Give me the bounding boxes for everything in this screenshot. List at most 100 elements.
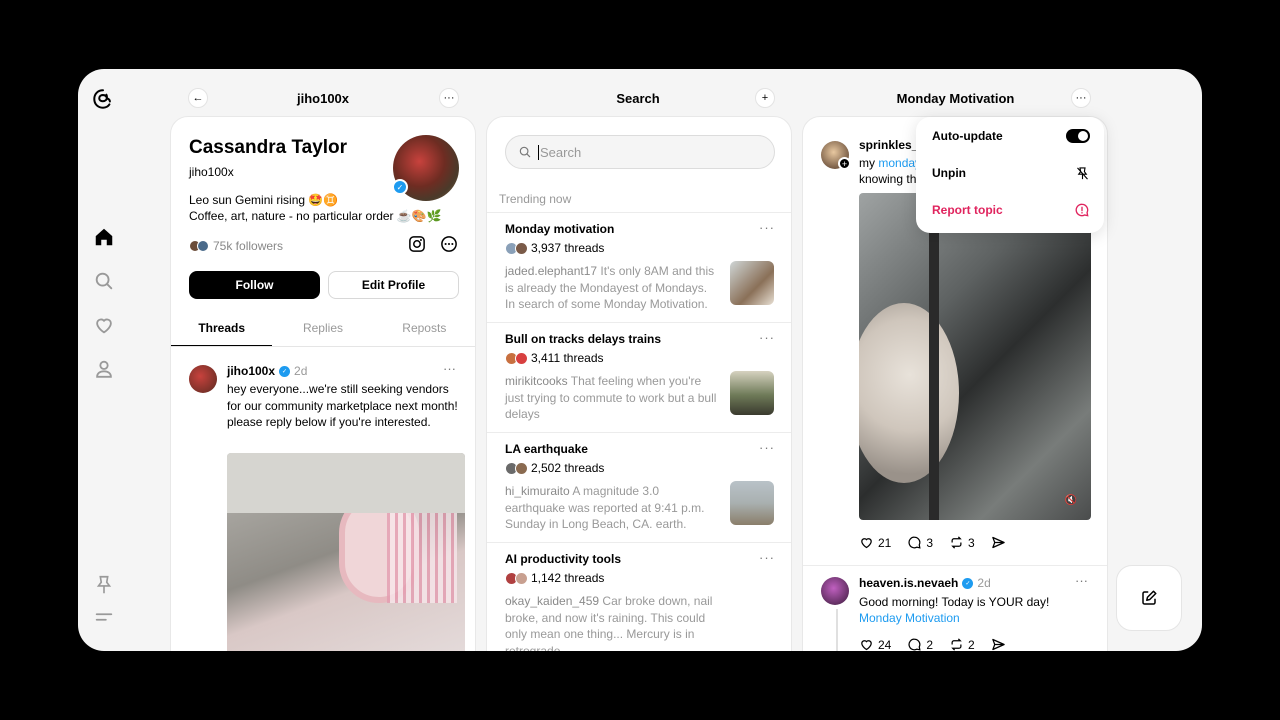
followers-count[interactable]: 75k followers — [189, 239, 283, 253]
bio-line-2: Coffee, art, nature - no particular orde… — [189, 209, 442, 223]
mute-icon[interactable]: 🔇 — [1065, 495, 1077, 506]
tab-replies[interactable]: Replies — [272, 313, 373, 346]
share-button[interactable] — [991, 637, 1006, 651]
verified-icon: ✓ — [279, 365, 291, 377]
threads-logo-icon[interactable] — [91, 87, 115, 111]
send-icon — [991, 638, 1005, 651]
post-avatar[interactable] — [821, 577, 849, 605]
tab-threads[interactable]: Threads — [171, 313, 273, 346]
unpin-icon — [1077, 166, 1088, 179]
comment-icon — [908, 536, 921, 549]
profile-bio: Leo sun Gemini rising 🤩♊ Coffee, art, na… — [189, 192, 442, 224]
trending-label: Trending now — [499, 192, 572, 206]
trend-item[interactable]: LA earthquake ··· 2,502 threads hi_kimur… — [487, 432, 791, 542]
heart-icon[interactable] — [92, 313, 116, 337]
auto-update-toggle[interactable] — [1066, 129, 1090, 143]
profile-handle: jiho100x — [189, 165, 234, 179]
threads-app-window: ← jiho100x ··· Search + Monday Motivatio… — [78, 69, 1202, 651]
follower-avatars — [189, 240, 209, 252]
menu-item-report[interactable]: Report topic — [932, 199, 1090, 221]
search-placeholder: Search — [538, 144, 582, 160]
trend-more-icon[interactable]: ··· — [759, 220, 775, 235]
trend-more-icon[interactable]: ··· — [759, 550, 775, 565]
post-more-icon[interactable]: ··· — [443, 361, 456, 376]
profile-name: Cassandra Taylor — [189, 137, 348, 158]
share-button[interactable] — [991, 535, 1006, 550]
topic-options-menu: Auto-update Unpin Report topic — [916, 117, 1104, 233]
send-icon — [991, 536, 1005, 549]
post-text: hey everyone...we're still seeking vendo… — [227, 382, 458, 429]
trend-count: 1,142 threads — [505, 571, 604, 585]
back-button[interactable]: ← — [188, 88, 208, 108]
profile-more-button[interactable]: ··· — [439, 88, 459, 108]
repost-icon — [951, 536, 962, 549]
post-stats: 21 3 3 — [859, 535, 1006, 550]
post-text-line2: knowing th — [859, 172, 917, 186]
feed-more-button[interactable]: ··· — [1071, 88, 1091, 108]
post-video[interactable]: 🔇 — [859, 193, 1091, 520]
trend-count: 3,411 threads — [505, 351, 604, 365]
trend-name: LA earthquake — [505, 442, 588, 456]
trend-item[interactable]: AI productivity tools ··· 1,142 threads … — [487, 542, 791, 651]
search-icon[interactable] — [92, 269, 116, 293]
home-icon[interactable] — [92, 225, 116, 249]
repost-button[interactable]: 3 — [949, 535, 975, 550]
report-icon — [1075, 203, 1089, 217]
more-options-icon[interactable] — [440, 235, 458, 253]
post-username[interactable]: jiho100x — [227, 364, 275, 378]
trend-snippet: okay_kaiden_459 Car broke down, nail bro… — [505, 594, 713, 651]
tab-reposts[interactable]: Reposts — [374, 313, 475, 346]
trend-more-icon[interactable]: ··· — [759, 440, 775, 455]
post-text: Good morning! Today is YOUR day! — [859, 595, 1050, 609]
followers-label: 75k followers — [213, 239, 284, 253]
pin-icon[interactable] — [92, 573, 116, 597]
post-link[interactable]: monday — [878, 156, 921, 170]
post-avatar[interactable] — [189, 365, 217, 393]
search-input[interactable]: Search — [505, 135, 775, 169]
feed-column-title: Monday Motivation — [896, 90, 1015, 106]
repost-button[interactable]: 2 — [949, 637, 975, 651]
reply-button[interactable]: 2 — [907, 637, 933, 651]
menu-item-auto-update[interactable]: Auto-update — [932, 125, 1090, 147]
heart-icon — [861, 640, 872, 651]
topic-tag[interactable]: Monday Motivation — [859, 610, 960, 627]
instagram-icon[interactable] — [408, 235, 426, 253]
menu-item-unpin[interactable]: Unpin — [932, 162, 1090, 184]
add-column-button[interactable]: + — [755, 88, 775, 108]
profile-column: Cassandra Taylor jiho100x ✓ Leo sun Gemi… — [170, 116, 476, 651]
compose-button[interactable] — [1116, 565, 1182, 631]
trend-item[interactable]: Bull on tracks delays trains ··· 3,411 t… — [487, 322, 791, 432]
repost-icon — [951, 638, 962, 651]
trend-name: Bull on tracks delays trains — [505, 332, 662, 346]
post-image[interactable] — [227, 453, 465, 651]
trend-count: 3,937 threads — [505, 241, 604, 255]
menu-icon[interactable] — [92, 605, 116, 629]
post-stats: 24 2 2 — [859, 637, 1006, 651]
post-header: heaven.is.nevaeh ✓ 2d — [859, 576, 991, 590]
follow-button[interactable]: Follow — [189, 271, 320, 299]
like-button[interactable]: 24 — [859, 637, 891, 651]
search-column: Search Trending now Monday motivation ··… — [486, 116, 792, 651]
verified-icon: ✓ — [962, 577, 974, 589]
trend-thumbnail — [730, 261, 774, 305]
edit-profile-button[interactable]: Edit Profile — [328, 271, 459, 299]
profile-tabs: Threads Replies Reposts — [171, 313, 475, 347]
trend-item[interactable]: Monday motivation ··· 3,937 threads jade… — [487, 212, 791, 322]
follow-plus-icon[interactable]: + — [838, 157, 851, 170]
profile-icon[interactable] — [92, 357, 116, 381]
bio-line-1: Leo sun Gemini rising 🤩♊ — [189, 193, 339, 207]
post-header: jiho100x ✓ 2d — [227, 364, 307, 378]
post-username[interactable]: heaven.is.nevaeh — [859, 576, 958, 590]
reply-button[interactable]: 3 — [907, 535, 933, 550]
post-time: 2d — [294, 364, 308, 378]
post-more-icon[interactable]: ··· — [1075, 573, 1088, 588]
compose-icon — [1142, 590, 1157, 605]
post-text: my monday — [859, 156, 922, 170]
trend-more-icon[interactable]: ··· — [759, 330, 775, 345]
nav-rail — [78, 69, 130, 651]
trend-name: AI productivity tools — [505, 552, 622, 566]
comment-icon — [908, 638, 921, 651]
like-button[interactable]: 21 — [859, 535, 891, 550]
search-column-title: Search — [616, 90, 660, 106]
heart-icon — [861, 538, 872, 549]
